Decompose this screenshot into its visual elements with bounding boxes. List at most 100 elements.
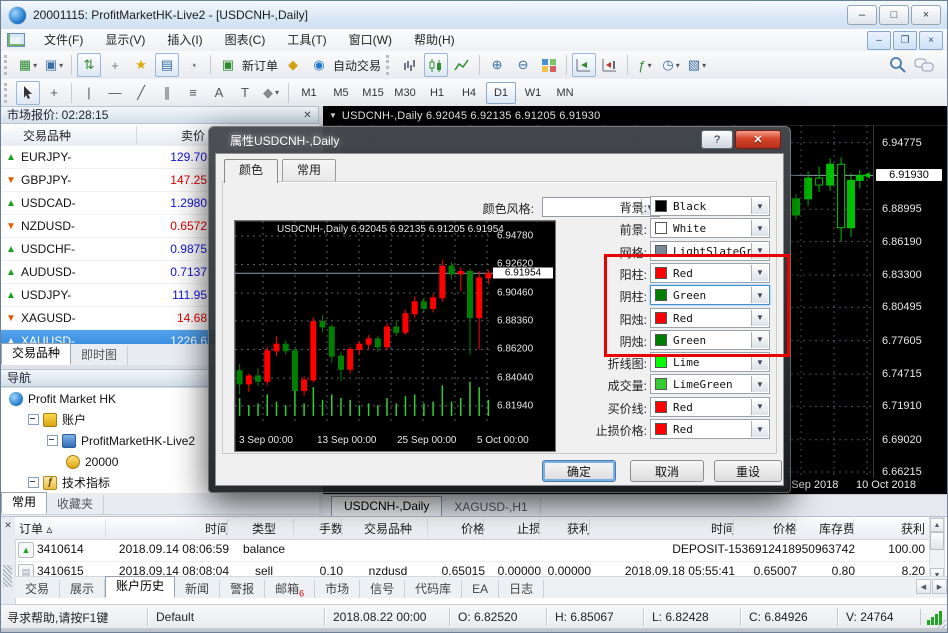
candlestick-chart-icon[interactable]	[424, 53, 448, 77]
minimize-button[interactable]: –	[847, 5, 877, 25]
publisher-icon[interactable]: ◆	[281, 53, 305, 77]
new-order-label[interactable]: 新订单	[242, 57, 278, 74]
close-icon[interactable]: ✕	[2, 519, 14, 531]
terminal-scrollbar[interactable]: ▲ ▼	[929, 517, 945, 583]
terminal-tab-日志[interactable]: 日志	[499, 580, 544, 598]
terminal-column-0[interactable]: 订单 ▵	[19, 520, 107, 537]
help-button[interactable]: ?	[701, 130, 733, 149]
timeframe-mn[interactable]: MN	[550, 82, 580, 104]
color-setting-select-3[interactable]: Red▼	[650, 263, 770, 283]
channel-icon[interactable]: ∥	[155, 81, 179, 105]
terminal-tab-账户历史[interactable]: 账户历史	[105, 576, 175, 598]
terminal-column-8[interactable]: 时间	[595, 520, 735, 537]
crosshair-icon[interactable]: +	[103, 53, 127, 77]
templates-icon[interactable]: ▧▾	[685, 53, 709, 77]
history-center-icon[interactable]: ◔	[181, 53, 205, 77]
label-icon[interactable]: T	[233, 81, 257, 105]
chevron-down-icon[interactable]: ▼	[751, 354, 768, 370]
timeframe-m5[interactable]: M5	[326, 82, 356, 104]
bar-chart-icon[interactable]	[398, 53, 422, 77]
timeframe-h1[interactable]: H1	[422, 82, 452, 104]
scroll-up-icon[interactable]: ▲	[930, 518, 944, 532]
market-watch-tab[interactable]: 即时图	[71, 346, 128, 365]
mdi-minimize-button[interactable]: –	[867, 31, 891, 50]
chart-shift-icon[interactable]	[598, 53, 622, 77]
menu-item[interactable]: 图表(C)	[214, 29, 277, 51]
column-symbol[interactable]: 交易品种	[23, 127, 71, 144]
toolbar-grip[interactable]	[386, 55, 392, 75]
periods-icon[interactable]: ◷▾	[659, 53, 683, 77]
chevron-down-icon[interactable]: ▼	[751, 310, 768, 326]
search-icon[interactable]	[886, 53, 910, 77]
terminal-column-7[interactable]: 获利	[545, 520, 591, 537]
mdi-restore-button[interactable]: ❐	[893, 31, 917, 50]
cursor-icon[interactable]	[16, 81, 40, 105]
timeframe-w1[interactable]: W1	[518, 82, 548, 104]
close-button[interactable]: ×	[911, 5, 941, 25]
indicators-icon[interactable]: ƒ▾	[633, 53, 657, 77]
timeframe-h4[interactable]: H4	[454, 82, 484, 104]
menu-item[interactable]: 帮助(H)	[403, 29, 466, 51]
chat-icon[interactable]	[912, 53, 936, 77]
auto-trading-icon[interactable]: ◉	[307, 53, 331, 77]
terminal-column-1[interactable]: 时间	[111, 520, 229, 537]
text-icon[interactable]: A	[207, 81, 231, 105]
shapes-icon[interactable]: ◆▾	[259, 81, 283, 105]
auto-trading-label[interactable]: 自动交易	[333, 57, 381, 74]
timeframe-m1[interactable]: M1	[294, 82, 324, 104]
terminal-column-10[interactable]: 库存费	[801, 520, 855, 537]
vline-icon[interactable]: |	[77, 81, 101, 105]
market-watch-tab[interactable]: 交易品种	[1, 343, 71, 365]
chevron-down-icon[interactable]: ▼	[751, 421, 768, 437]
profiles-icon[interactable]: ▣▾	[42, 53, 66, 77]
menu-item[interactable]: 工具(T)	[276, 29, 337, 51]
color-setting-select-8[interactable]: LimeGreen▼	[650, 374, 770, 394]
scroll-right-icon[interactable]: ▶	[932, 579, 947, 594]
column-bid[interactable]: 卖价	[181, 127, 205, 144]
terminal-tab-信号[interactable]: 信号	[360, 580, 405, 598]
zoom-in-icon[interactable]: ⊕	[485, 53, 509, 77]
color-setting-select-5[interactable]: Red▼	[650, 308, 770, 328]
terminal-column-header[interactable]: 订单 ▵时间类型手数交易品种价格止损获利时间价格库存费获利	[15, 517, 929, 540]
crosshair-tool-icon[interactable]: +	[42, 81, 66, 105]
chevron-down-icon[interactable]: ▼	[751, 220, 768, 236]
reset-button[interactable]: 重设	[714, 460, 782, 482]
chart-price-axis[interactable]: 6.947756.919306.889956.861906.833006.804…	[873, 125, 948, 478]
menu-item[interactable]: 插入(I)	[156, 29, 213, 51]
color-setting-select-6[interactable]: Green▼	[650, 330, 770, 350]
chevron-down-icon[interactable]: ▼	[751, 243, 768, 259]
cancel-button[interactable]: 取消	[630, 460, 704, 482]
color-setting-select-0[interactable]: Black▼	[650, 196, 770, 216]
navigator-tab[interactable]: 收藏夹	[47, 495, 104, 514]
timeframe-m15[interactable]: M15	[358, 82, 388, 104]
chart-tab[interactable]: USDCNH-,Daily	[331, 496, 442, 516]
timeframe-d1[interactable]: D1	[486, 82, 516, 104]
terminal-column-2[interactable]: 类型	[233, 520, 295, 537]
terminal-tab-新闻[interactable]: 新闻	[175, 580, 220, 598]
scroll-left-icon[interactable]: ◀	[916, 579, 931, 594]
tick-chart-icon[interactable]: ⇅	[77, 53, 101, 77]
mdi-close-button[interactable]: ×	[919, 31, 943, 50]
dialog-tab-colors[interactable]: 颜色	[224, 159, 278, 183]
terminal-column-4[interactable]: 交易品种	[347, 520, 429, 537]
terminal-column-11[interactable]: 获利	[859, 520, 925, 537]
chevron-down-icon[interactable]: ▼	[751, 265, 768, 281]
terminal-tab-邮箱[interactable]: 邮箱6	[265, 580, 315, 598]
tile-windows-icon[interactable]	[537, 53, 561, 77]
trendline-icon[interactable]: ╱	[129, 81, 153, 105]
restore-button[interactable]: □	[879, 5, 909, 25]
drag-handle[interactable]	[3, 565, 12, 587]
collapse-icon[interactable]	[28, 477, 39, 488]
chevron-down-icon[interactable]: ▼	[751, 287, 768, 303]
terminal-column-6[interactable]: 止损	[489, 520, 541, 537]
chart-tab[interactable]: XAGUSD-,H1	[442, 498, 540, 516]
zoom-out-icon[interactable]: ⊖	[511, 53, 535, 77]
toolbar-grip[interactable]	[4, 55, 10, 75]
timeframe-m30[interactable]: M30	[390, 82, 420, 104]
terminal-tab-代码库[interactable]: 代码库	[405, 580, 462, 598]
terminal-column-9[interactable]: 价格	[739, 520, 797, 537]
terminal-tab-市场[interactable]: 市场	[315, 580, 360, 598]
chevron-down-icon[interactable]: ▼	[751, 198, 768, 214]
market-watch-icon[interactable]: ▤	[155, 53, 179, 77]
favorites-icon[interactable]: ★	[129, 53, 153, 77]
